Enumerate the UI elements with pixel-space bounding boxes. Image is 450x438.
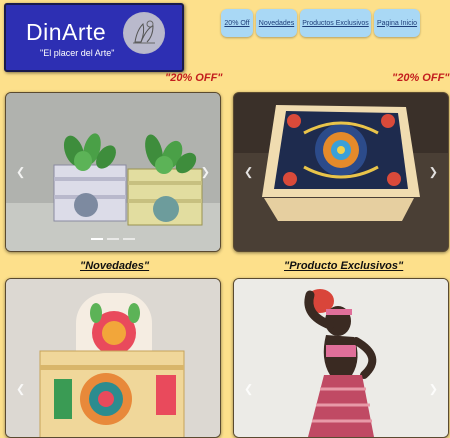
- site-logo[interactable]: DinArte "El placer del Arte": [4, 3, 184, 72]
- carousel-product-3[interactable]: ❮: [5, 278, 221, 438]
- caption-producto-exclusivos[interactable]: "Producto Exclusivos": [284, 260, 403, 272]
- product-image-floral: [6, 279, 220, 437]
- nav-pagina-inicio[interactable]: Pagina Inicio: [374, 9, 420, 37]
- chevron-left-icon[interactable]: ❮: [244, 383, 253, 396]
- chevron-left-icon[interactable]: ❮: [244, 166, 253, 179]
- indicator[interactable]: [107, 238, 119, 240]
- offer-label-right: "20% OFF": [392, 72, 450, 84]
- carousel-product-4[interactable]: ❮ ❯: [233, 278, 449, 438]
- caption-novedades[interactable]: "Novedades": [80, 260, 149, 272]
- carousel-exclusivos[interactable]: ❮ ❯: [233, 92, 449, 252]
- chevron-left-icon[interactable]: ❮: [16, 383, 25, 396]
- logo-emblem: [123, 12, 165, 54]
- carousel-indicators: [6, 227, 220, 245]
- indicator[interactable]: [91, 238, 103, 240]
- chevron-right-icon[interactable]: ❯: [429, 383, 438, 396]
- nav-productos-exclusivos[interactable]: Productos Exclusivos: [300, 9, 371, 37]
- chevron-right-icon[interactable]: ❯: [201, 166, 210, 179]
- product-image-figurine: [234, 279, 448, 437]
- chevron-right-icon[interactable]: ❯: [429, 166, 438, 179]
- chevron-left-icon[interactable]: ❮: [16, 166, 25, 179]
- nav-novedades[interactable]: Novedades: [256, 9, 297, 37]
- nav-20-off[interactable]: 20% Off: [221, 9, 253, 37]
- logo-name: DinArte: [26, 19, 107, 45]
- carousel-novedades[interactable]: ❮ ❯: [5, 92, 221, 252]
- logo-slogan: "El placer del Arte": [40, 48, 115, 58]
- indicator[interactable]: [123, 238, 135, 240]
- offer-label-left: "20% OFF": [165, 72, 223, 84]
- product-image-box: [234, 93, 448, 251]
